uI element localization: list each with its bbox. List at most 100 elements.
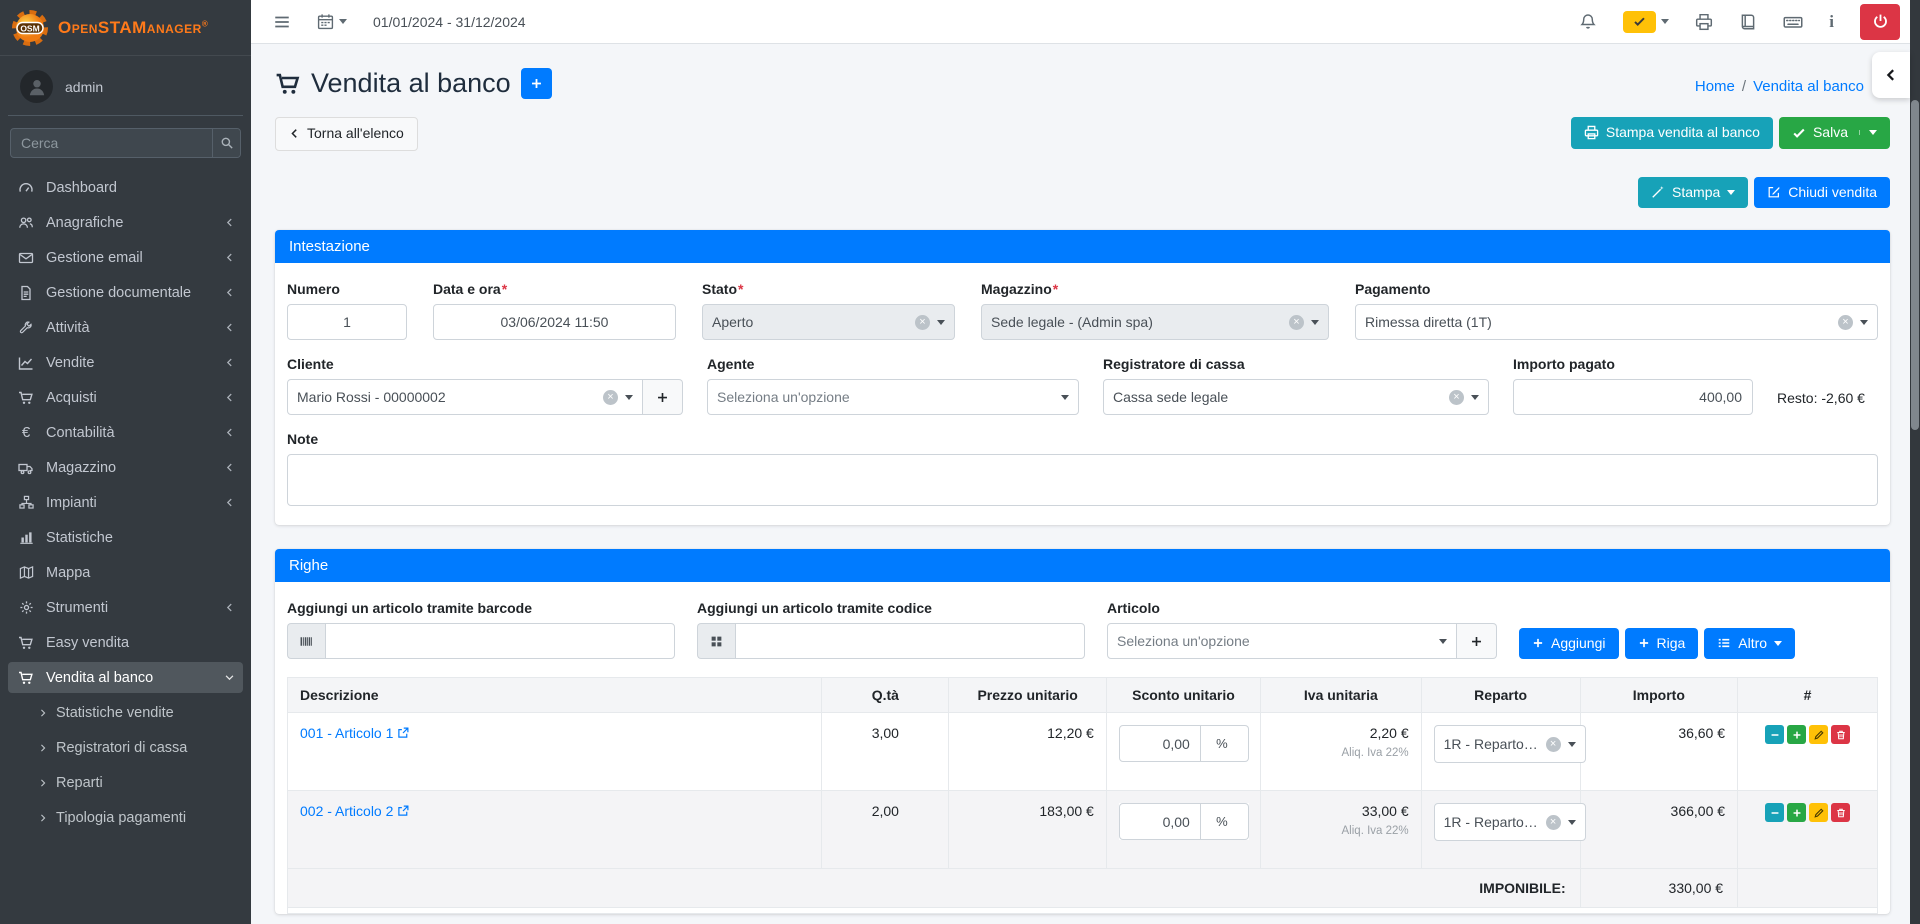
printer-icon[interactable]: [1695, 13, 1713, 31]
save-dropdown-toggle[interactable]: [1859, 130, 1877, 135]
stato-select[interactable]: Aperto: [702, 304, 955, 340]
col-iva-unitaria: Iva unitaria: [1261, 678, 1422, 713]
articolo-link[interactable]: 001 - Articolo 1: [300, 725, 409, 741]
riga-button[interactable]: Riga: [1625, 628, 1699, 660]
barcode-input[interactable]: [325, 623, 675, 659]
user-panel[interactable]: admin: [8, 56, 243, 116]
print-dropdown-button[interactable]: Stampa: [1638, 177, 1748, 209]
clear-icon[interactable]: [603, 390, 618, 405]
clear-icon[interactable]: [1546, 737, 1561, 752]
pagamento-select[interactable]: Rimessa diretta (1T): [1355, 304, 1878, 340]
user-name: admin: [65, 79, 103, 95]
clear-icon[interactable]: [1289, 315, 1304, 330]
increase-qty-button[interactable]: [1787, 803, 1806, 822]
sidebar-item-magazzino[interactable]: Magazzino: [8, 452, 243, 483]
sidebar-item-mappa[interactable]: Mappa: [8, 557, 243, 588]
brand-gear-logo: OSM: [10, 8, 50, 48]
importo-pagato-input[interactable]: [1513, 379, 1753, 415]
reparto-select[interactable]: 1R - Reparto 1...: [1434, 725, 1586, 763]
edit-row-button[interactable]: [1809, 803, 1828, 822]
sidebar-item-gestione-email[interactable]: Gestione email: [8, 242, 243, 273]
scrollbar-thumb[interactable]: [1911, 100, 1919, 430]
panel-toggle-button[interactable]: [1872, 52, 1910, 98]
sidebar-item-anagrafiche[interactable]: Anagrafiche: [8, 207, 243, 238]
search-input[interactable]: [11, 129, 212, 157]
chevron-left-icon: [224, 252, 235, 263]
sidebar-subitem-registratori-di-cassa[interactable]: Registratori di cassa: [16, 732, 235, 763]
sconto-unit-dropdown[interactable]: %: [1201, 725, 1249, 762]
clear-icon[interactable]: [915, 315, 930, 330]
clear-icon[interactable]: [1838, 315, 1853, 330]
sidebar-item-dashboard[interactable]: Dashboard: [8, 172, 243, 203]
chevron-left-icon: [224, 427, 235, 438]
sidebar-item-vendita-al-banco[interactable]: Vendita al banco: [8, 662, 243, 693]
sidebar-subitem-statistiche-vendite[interactable]: Statistiche vendite: [16, 697, 235, 728]
session-check-dropdown[interactable]: [1623, 11, 1669, 33]
registratore-select[interactable]: Cassa sede legale: [1103, 379, 1489, 415]
sidebar-item-strumenti[interactable]: Strumenti: [8, 592, 243, 623]
registered-mark: ®: [202, 19, 208, 28]
page-title: Vendita al banco: [275, 68, 511, 99]
list-icon: [1717, 636, 1731, 650]
sidebar-item-attivita[interactable]: Attività: [8, 312, 243, 343]
sconto-unit-dropdown[interactable]: %: [1201, 803, 1249, 840]
delete-row-button[interactable]: [1831, 803, 1850, 822]
delete-row-button[interactable]: [1831, 725, 1850, 744]
book-icon[interactable]: [1739, 13, 1757, 31]
data-ora-input[interactable]: [433, 304, 676, 340]
clear-icon[interactable]: [1449, 390, 1464, 405]
agente-select[interactable]: Seleziona un'opzione: [707, 379, 1079, 415]
sconto-input[interactable]: [1119, 803, 1201, 840]
save-button[interactable]: Salva: [1779, 117, 1890, 149]
sidebar-item-gestione-documentale[interactable]: Gestione documentale: [8, 277, 243, 308]
decrease-qty-button[interactable]: [1765, 725, 1784, 744]
logout-button[interactable]: [1860, 4, 1900, 40]
actions-cell: [1738, 713, 1878, 791]
search-button[interactable]: [212, 129, 240, 157]
close-sale-button[interactable]: Chiudi vendita: [1754, 177, 1890, 209]
codice-input[interactable]: [735, 623, 1085, 659]
decrease-qty-button[interactable]: [1765, 803, 1784, 822]
keyboard-icon[interactable]: [1783, 12, 1803, 32]
cliente-select[interactable]: Mario Rossi - 00000002: [287, 379, 643, 415]
chevron-left-icon: [224, 602, 235, 613]
chevron-left-icon: [224, 357, 235, 368]
sidebar-item-easy-vendita[interactable]: Easy vendita: [8, 627, 243, 658]
increase-qty-button[interactable]: [1787, 725, 1806, 744]
sconto-input[interactable]: [1119, 725, 1201, 762]
sidebar-item-label: Dashboard: [46, 180, 235, 196]
breadcrumb-home-link[interactable]: Home: [1695, 78, 1735, 95]
articolo-link[interactable]: 002 - Articolo 2: [300, 803, 409, 819]
numero-input[interactable]: [287, 304, 407, 340]
sidebar-item-vendite[interactable]: Vendite: [8, 347, 243, 378]
reparto-select[interactable]: 1R - Reparto 1...: [1434, 803, 1586, 841]
aggiungi-button[interactable]: Aggiungi: [1519, 628, 1619, 660]
prezzo-cell: 12,20 €: [949, 713, 1106, 791]
clear-icon[interactable]: [1546, 815, 1561, 830]
back-to-list-button[interactable]: Torna all'elenco: [275, 117, 418, 151]
sidebar-subitem-tipologia-pagamenti[interactable]: Tipologia pagamenti: [16, 802, 235, 833]
scrollbar[interactable]: [1910, 0, 1920, 924]
sidebar-item-impianti[interactable]: Impianti: [8, 487, 243, 518]
calendar-dropdown[interactable]: [317, 13, 347, 30]
articolo-placeholder: Seleziona un'opzione: [1117, 633, 1432, 649]
bell-icon[interactable]: [1579, 13, 1597, 31]
sidebar-item-statistiche[interactable]: Statistiche: [8, 522, 243, 553]
print-sale-button[interactable]: Stampa vendita al banco: [1571, 117, 1773, 149]
date-range[interactable]: 01/01/2024 - 31/12/2024: [373, 14, 526, 30]
brand[interactable]: OSM OpenSTAManager®: [0, 0, 251, 56]
sidebar-item-contabilita[interactable]: € Contabilità: [8, 417, 243, 448]
add-cliente-button[interactable]: [643, 379, 683, 415]
edit-row-button[interactable]: [1809, 725, 1828, 744]
articolo-select[interactable]: Seleziona un'opzione: [1107, 623, 1457, 659]
info-icon[interactable]: i: [1829, 12, 1834, 32]
new-record-button[interactable]: [521, 68, 552, 99]
altro-dropdown-button[interactable]: Altro: [1704, 628, 1795, 660]
menu-icon[interactable]: [273, 13, 291, 31]
magazzino-select[interactable]: Sede legale - (Admin spa): [981, 304, 1329, 340]
add-articolo-button[interactable]: [1457, 623, 1497, 659]
breadcrumb-current-link[interactable]: Vendita al banco: [1753, 78, 1864, 95]
note-textarea[interactable]: [287, 454, 1878, 506]
sidebar-subitem-reparti[interactable]: Reparti: [16, 767, 235, 798]
sidebar-item-acquisti[interactable]: Acquisti: [8, 382, 243, 413]
